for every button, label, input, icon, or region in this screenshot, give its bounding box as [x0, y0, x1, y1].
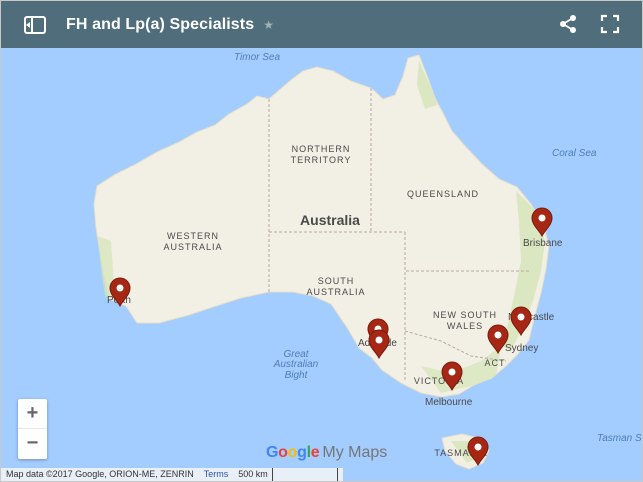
terms-link[interactable]: Terms — [198, 468, 234, 481]
map-viewer: FH and Lp(a) Specialists ★ NORTHERN TERR… — [0, 0, 643, 482]
region-label-wa: WESTERN — [167, 231, 219, 241]
fullscreen-icon[interactable] — [596, 10, 624, 38]
region-label-nsw-2: WALES — [447, 321, 483, 331]
scale-line — [271, 467, 338, 481]
sea-label-bight-2: Australian — [273, 359, 319, 370]
sea-label-tasman: Tasman S — [597, 433, 642, 444]
scale-label: 500 km — [238, 469, 268, 479]
sea-label-bight-3: Bight — [285, 370, 309, 381]
region-label-sa-2: AUSTRALIA — [306, 287, 365, 297]
map-attribution: Map data ©2017 Google, ORION-ME, ZENRIN — [1, 468, 199, 481]
map-title: FH and Lp(a) Specialists — [66, 15, 255, 33]
google-my-maps-logo: Google My Maps — [266, 444, 387, 462]
city-label-sydney: Sydney — [505, 343, 538, 354]
star-icon[interactable]: ★ — [263, 18, 274, 32]
region-label-qld: QUEENSLAND — [407, 189, 479, 199]
region-label-nt-2: TERRITORY — [291, 155, 352, 165]
google-wordmark: Google — [266, 444, 320, 461]
region-label-act: ACT — [485, 358, 506, 368]
header-bar: FH and Lp(a) Specialists ★ — [1, 1, 642, 48]
region-label-nsw: NEW SOUTH — [433, 310, 497, 320]
share-icon[interactable] — [554, 10, 582, 38]
zoom-out-button[interactable]: − — [18, 429, 47, 458]
zoom-control: + − — [18, 399, 47, 459]
country-label: Australia — [300, 212, 360, 228]
map-canvas[interactable]: NORTHERN TERRITORY QUEENSLAND WESTERN AU… — [1, 48, 642, 481]
city-label-melbourne: Melbourne — [425, 397, 473, 408]
map-footer: Map data ©2017 Google, ORION-ME, ZENRIN … — [1, 467, 343, 481]
sea-label-timor: Timor Sea — [234, 52, 280, 63]
scale-bar[interactable]: 500 km — [233, 467, 343, 481]
sea-label-coral: Coral Sea — [552, 148, 597, 159]
city-label-brisbane: Brisbane — [523, 238, 563, 249]
region-label-wa-2: AUSTRALIA — [163, 242, 222, 252]
zoom-in-button[interactable]: + — [18, 399, 47, 428]
my-maps-wordmark: My Maps — [322, 444, 388, 461]
region-label-nt: NORTHERN — [292, 144, 351, 154]
sidebar-toggle-icon[interactable] — [18, 8, 52, 42]
region-label-sa: SOUTH — [318, 276, 355, 286]
